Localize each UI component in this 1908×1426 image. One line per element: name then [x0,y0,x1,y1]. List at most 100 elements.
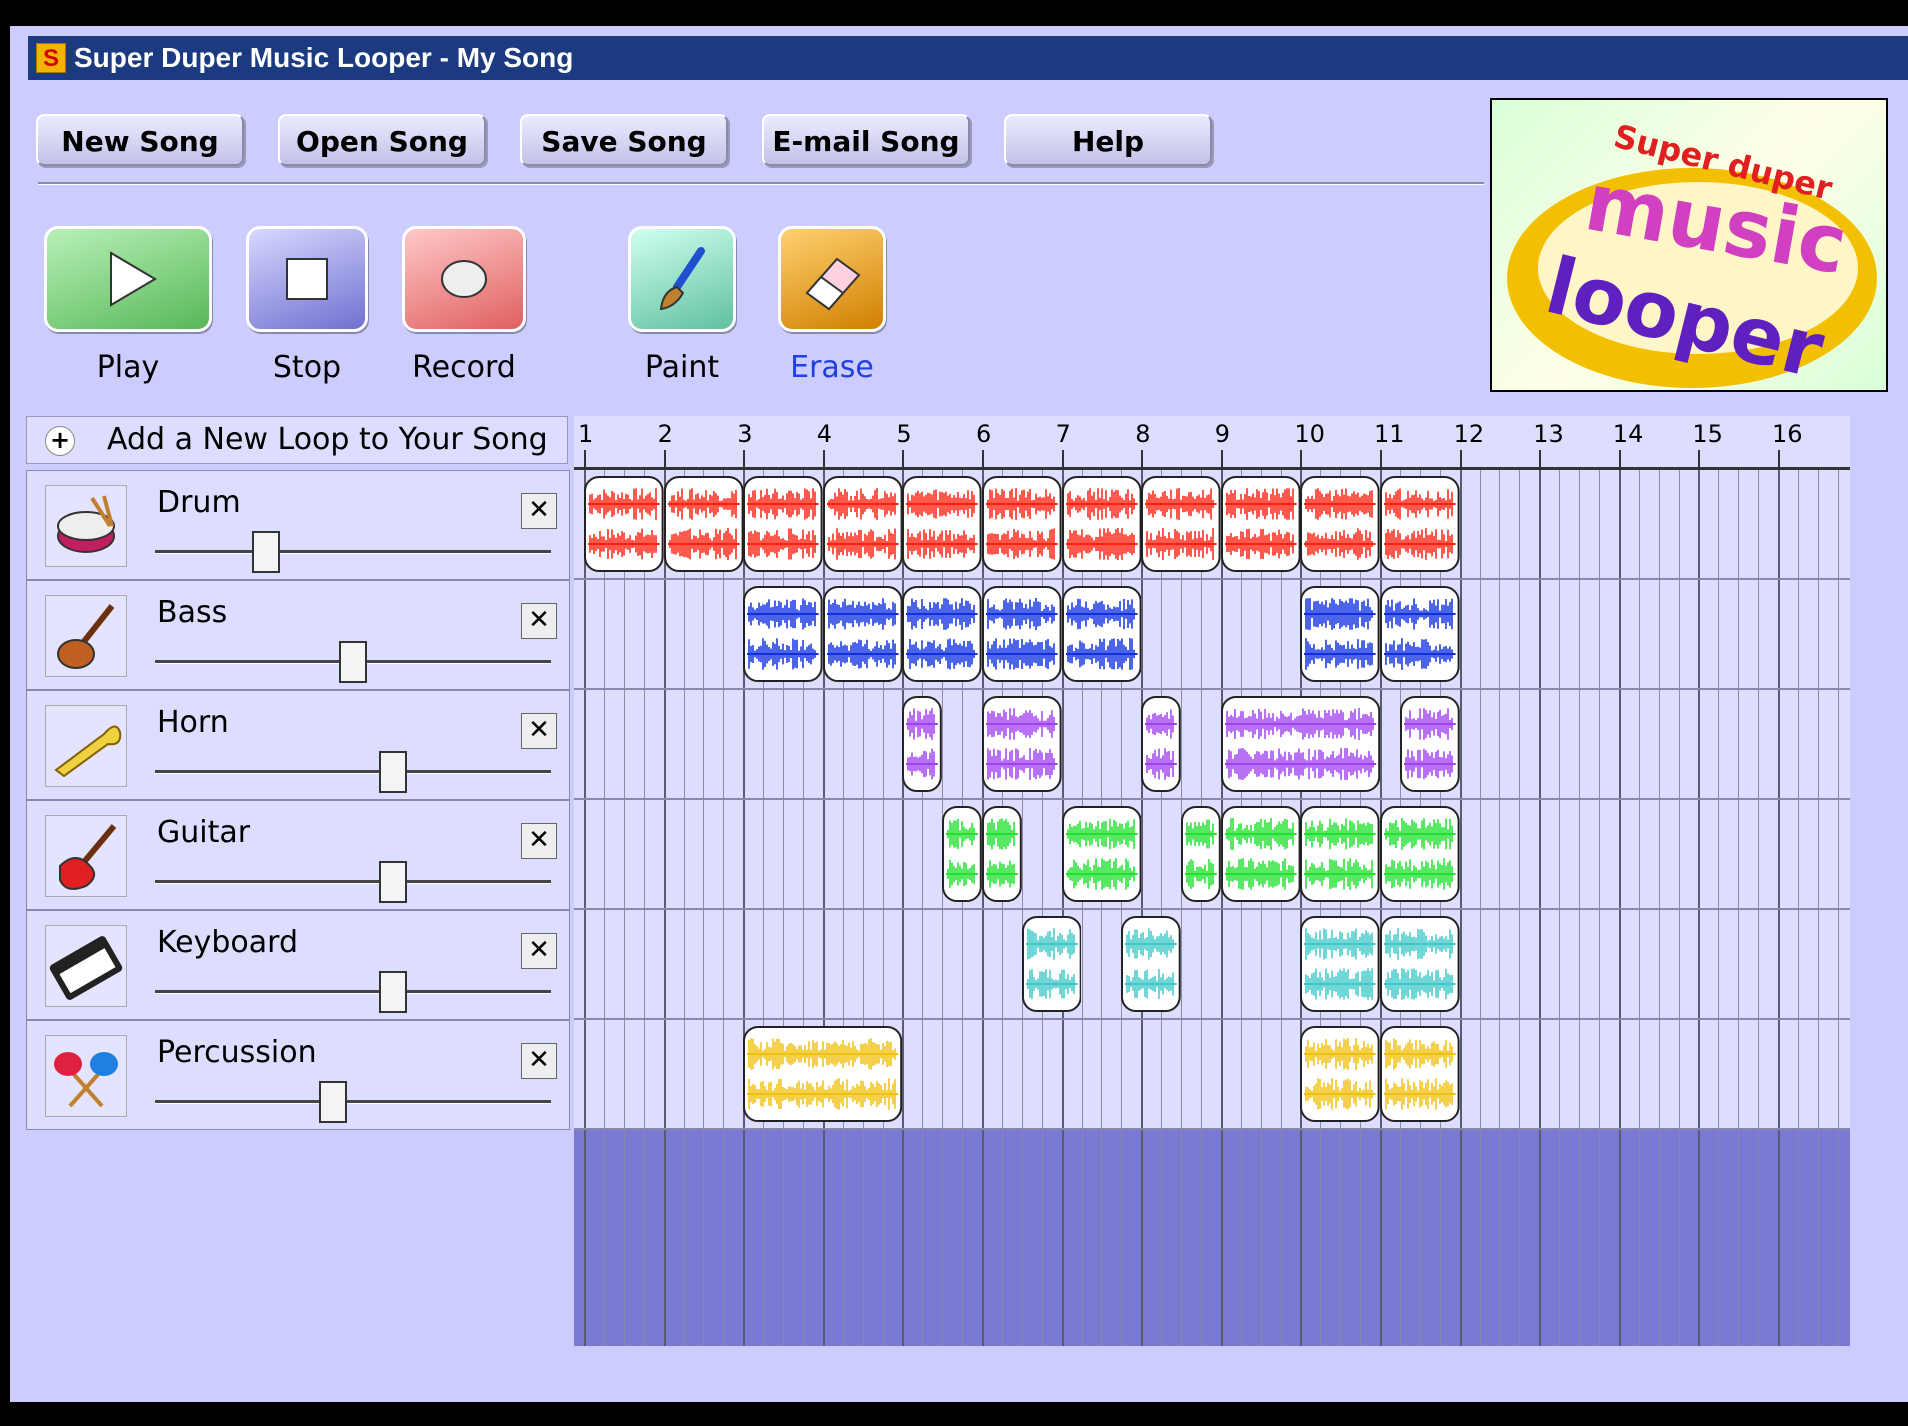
loop-clip-bass[interactable] [1061,586,1142,682]
grid-line [1698,1130,1701,1346]
loop-clip-guitar[interactable] [1380,806,1460,902]
measure-number: 16 [1772,420,1803,448]
empty-track-area[interactable] [574,1130,1850,1346]
loop-clip-drum[interactable] [584,476,664,572]
loop-clip-bass[interactable] [982,586,1062,682]
measure-number: 13 [1533,420,1564,448]
loop-clip-drum[interactable] [663,476,744,572]
record-button[interactable] [402,226,526,332]
grid-line [1539,470,1542,1130]
loop-grid[interactable] [574,470,1850,1130]
row-divider [574,908,1850,910]
loop-clip-horn[interactable] [902,696,943,792]
loop-clip-drum[interactable] [1220,476,1301,572]
loop-clip-bass[interactable] [822,586,903,682]
remove-track-button[interactable]: ✕ [521,823,557,859]
help-button[interactable]: Help [1004,114,1212,166]
volume-slider[interactable] [155,1100,551,1104]
grid-line [1061,1130,1064,1346]
volume-slider[interactable] [155,770,551,774]
stop-button[interactable] [246,226,368,332]
grid-line [822,1130,825,1346]
loop-clip-percussion[interactable] [743,1026,903,1122]
loop-clip-guitar[interactable] [1181,806,1221,902]
loop-clip-bass[interactable] [902,586,982,682]
remove-track-button[interactable]: ✕ [521,713,557,749]
title-bar: S Super Duper Music Looper - My Song [28,36,1908,80]
remove-track-button[interactable]: ✕ [521,933,557,969]
remove-track-button[interactable]: ✕ [521,1043,557,1079]
loop-clip-percussion[interactable] [1300,1026,1380,1122]
loop-clip-guitar[interactable] [982,806,1022,902]
loop-clip-guitar[interactable] [1061,806,1142,902]
loop-clip-keyboard[interactable] [1021,916,1082,1012]
track-name: Horn [157,705,229,740]
erase-tool-button[interactable] [778,226,886,332]
loop-clip-drum[interactable] [1061,476,1142,572]
loop-clip-bass[interactable] [1380,586,1460,682]
remove-track-button[interactable]: ✕ [521,603,557,639]
play-button[interactable] [44,226,212,332]
volume-slider-thumb[interactable] [319,1081,348,1123]
loop-clip-drum[interactable] [902,476,982,572]
loop-clip-drum[interactable] [822,476,903,572]
grid-line [603,1130,605,1346]
loop-clip-horn[interactable] [1141,696,1181,792]
measure-tick [982,450,984,467]
grid-line [1618,470,1621,1130]
loop-clip-bass[interactable] [1300,586,1380,682]
loop-clip-keyboard[interactable] [1380,916,1460,1012]
measure-number: 10 [1294,420,1325,448]
grid-line [1021,1130,1023,1346]
measure-tick [1459,450,1462,467]
volume-slider[interactable] [155,990,551,994]
measure-tick [1539,450,1542,467]
loop-clip-drum[interactable] [1300,476,1380,572]
loop-clip-guitar[interactable] [1220,806,1301,902]
volume-slider-thumb[interactable] [378,751,407,793]
loop-clip-drum[interactable] [743,476,823,572]
loop-clip-guitar[interactable] [1300,806,1380,902]
measure-tick [902,450,905,467]
volume-slider[interactable] [155,880,551,884]
timeline[interactable]: 1 2 3 4 5 6 7 8 9 10 11 12 13 14 15 16 [574,416,1860,1346]
open-song-button[interactable]: Open Song [278,114,486,166]
loop-clip-percussion[interactable] [1380,1026,1460,1122]
grid-line [1758,1130,1760,1346]
loop-clip-horn[interactable] [982,696,1062,792]
loop-clip-bass[interactable] [743,586,823,682]
loop-clip-keyboard[interactable] [1300,916,1380,1012]
loop-clip-drum[interactable] [1380,476,1460,572]
grid-line [1678,470,1680,1130]
loop-clip-horn[interactable] [1399,696,1460,792]
grid-line [783,1130,784,1346]
stop-icon [286,258,328,300]
grid-line [1678,1130,1680,1346]
loop-clip-drum[interactable] [1141,476,1221,572]
paint-tool-button[interactable] [628,226,736,332]
loop-clip-guitar[interactable] [942,806,982,902]
record-icon [441,260,487,298]
volume-slider[interactable] [155,550,551,554]
loop-clip-drum[interactable] [982,476,1062,572]
close-icon: ✕ [528,715,550,745]
remove-track-button[interactable]: ✕ [521,493,557,529]
menu-divider [38,182,1484,185]
grid-line [1041,1130,1043,1346]
volume-slider-thumb[interactable] [251,531,280,573]
add-loop-button[interactable]: + Add a New Loop to Your Song [26,416,568,464]
new-song-button[interactable]: New Song [36,114,244,166]
volume-slider-thumb[interactable] [339,641,367,683]
volume-slider-thumb[interactable] [378,971,407,1013]
volume-slider-thumb[interactable] [378,861,407,903]
loop-clip-horn[interactable] [1220,696,1380,792]
play-label: Play [96,350,160,385]
grid-line [1380,1130,1382,1346]
loop-clip-keyboard[interactable] [1121,916,1181,1012]
measure-number: 11 [1374,420,1405,448]
email-song-button[interactable]: E-mail Song [762,114,970,166]
save-song-button[interactable]: Save Song [520,114,728,166]
plus-icon: + [45,426,75,456]
window-title: Super Duper Music Looper - My Song [74,42,574,73]
track-name: Drum [157,485,241,520]
